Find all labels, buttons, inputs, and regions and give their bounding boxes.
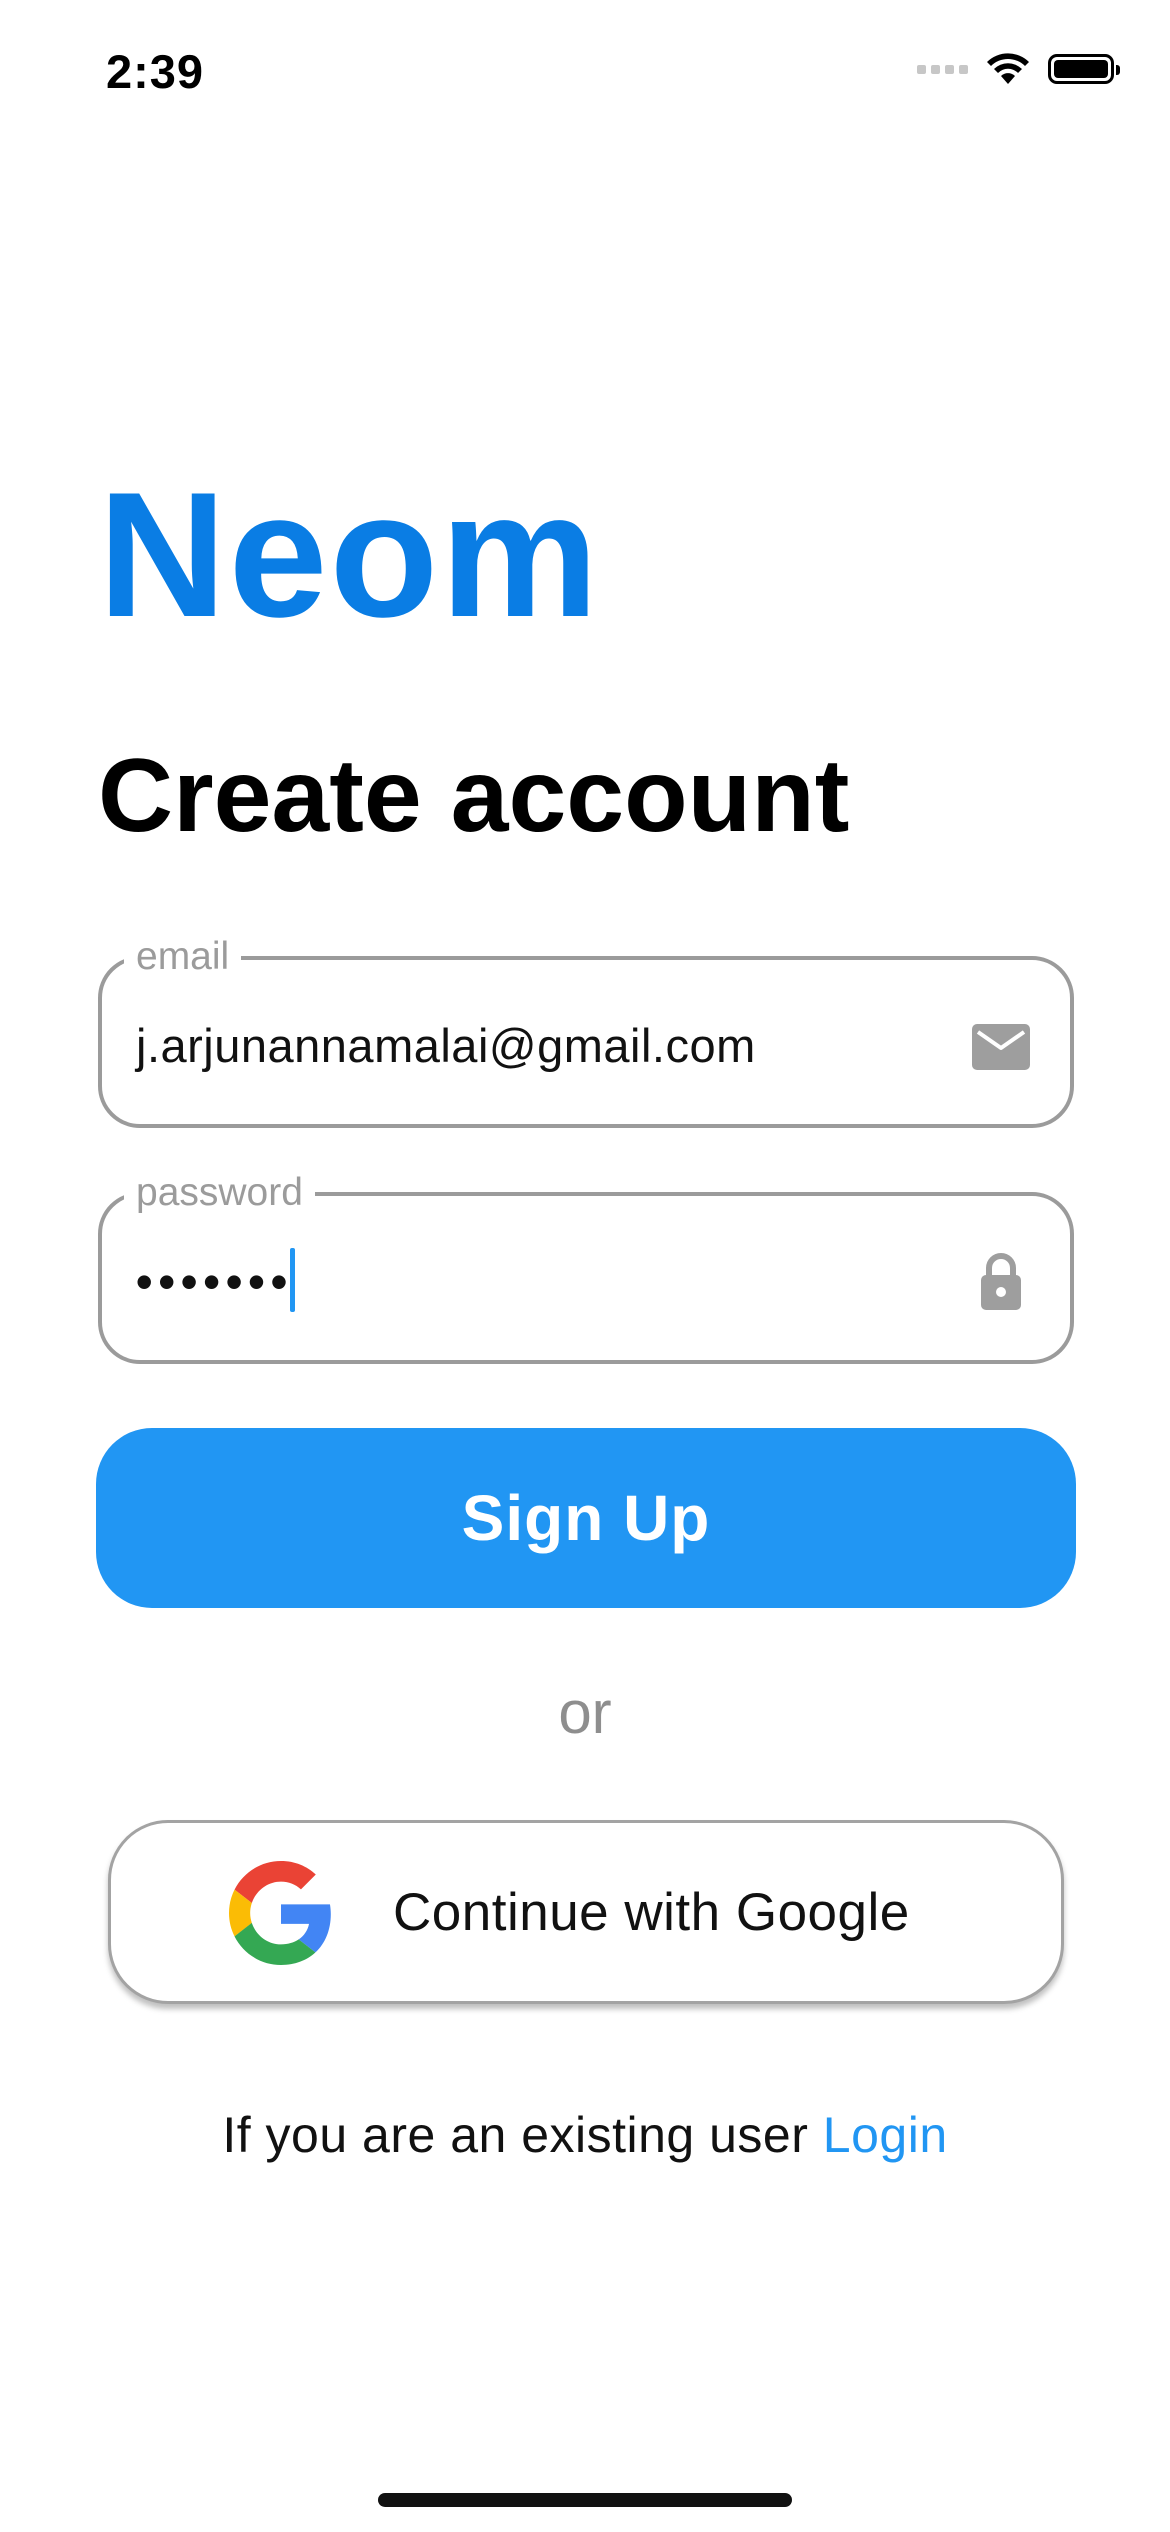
home-indicator[interactable] [378,2493,792,2507]
existing-user-text: If you are an existing user [222,2107,823,2163]
email-input-value[interactable]: j.arjunannamalai@gmail.com [136,1018,756,1074]
status-icons [917,52,1120,86]
signal-icon [917,64,968,74]
google-button-label: Continue with Google [393,1883,910,1942]
create-account-screen: 2:39 Neom Create account email j.arjunan… [0,0,1170,2532]
password-field[interactable]: password ••••••• [98,1170,1074,1364]
brand-logo-text: Neom [98,455,601,654]
google-logo-icon [229,1861,331,1965]
continue-with-google-button[interactable]: Continue with Google [108,1820,1064,2004]
page-title: Create account [98,738,850,854]
or-divider: or [558,1679,612,1746]
lock-icon [981,1253,1021,1310]
password-field-label: password [124,1170,315,1216]
login-link[interactable]: Login [823,2107,948,2163]
password-input-value[interactable]: ••••••• [136,1254,293,1310]
email-field-label: email [124,934,242,980]
status-time: 2:39 [106,45,205,98]
existing-user-prompt: If you are an existing user Login [0,2106,1170,2164]
battery-icon [1048,54,1120,84]
mail-icon [972,1024,1030,1070]
wifi-icon [987,53,1029,84]
text-cursor [290,1248,295,1312]
email-field[interactable]: email j.arjunannamalai@gmail.com [98,934,1074,1128]
sign-up-button[interactable]: Sign Up [96,1428,1076,1608]
